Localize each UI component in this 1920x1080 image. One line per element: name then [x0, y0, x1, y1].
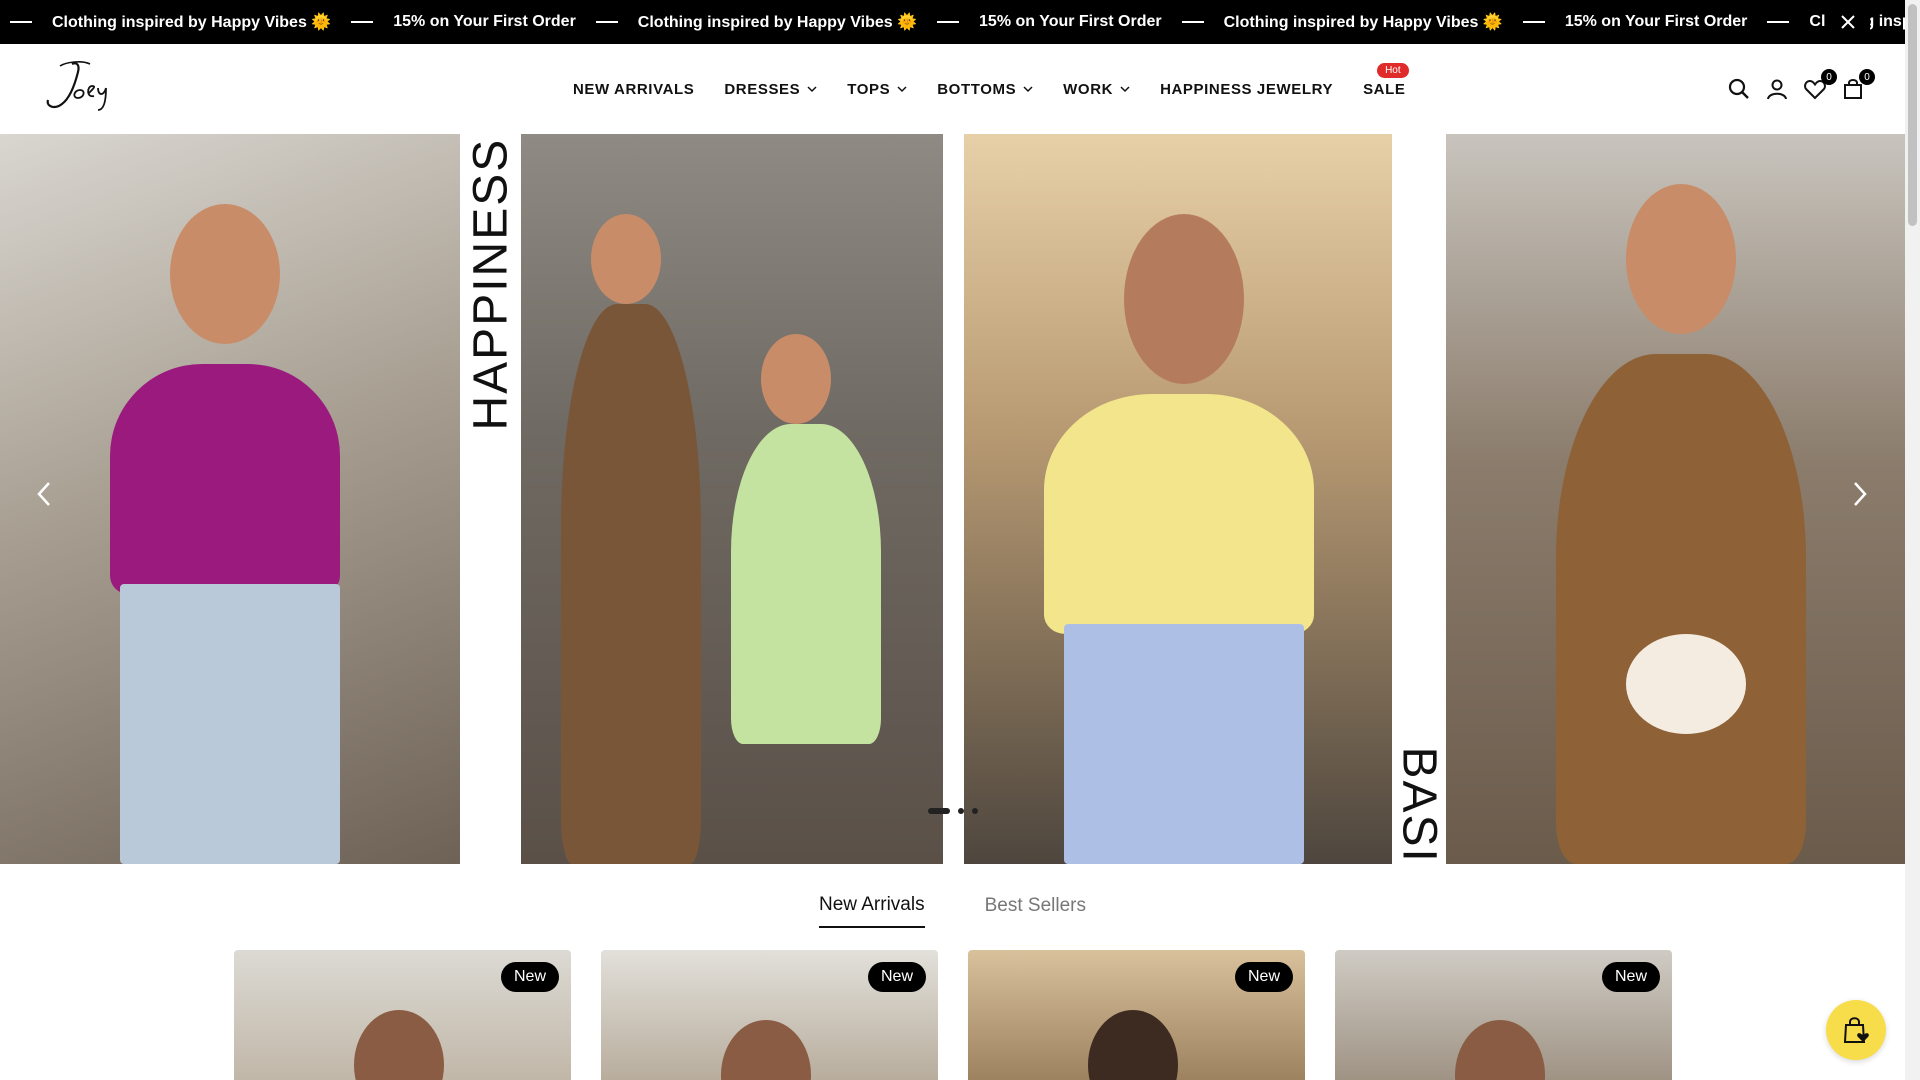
separator-dash [10, 21, 32, 23]
separator-dash [351, 21, 374, 23]
announcement-bar: Clothing inspired by Happy Vibes 🌞 15% o… [0, 0, 1920, 44]
announcement-message: 15% on Your First Order [1564, 13, 1748, 30]
nav-label: SALE [1363, 80, 1406, 98]
scrollbar-thumb[interactable] [1908, 4, 1917, 226]
hero-image-magenta-top [0, 134, 460, 864]
product-image [1088, 1010, 1178, 1080]
announcement-message: 15% on Your First Order [979, 13, 1162, 30]
separator-dash [1181, 21, 1204, 23]
product-image [721, 1020, 811, 1080]
site-header: NEW ARRIVALS DRESSES TOPS BOTTOMS WORK H… [0, 44, 1905, 134]
nav-label: NEW ARRIVALS [573, 80, 695, 98]
model-body [110, 364, 340, 594]
page-scrollbar[interactable] [1905, 0, 1920, 1080]
nav-work[interactable]: WORK [1063, 81, 1130, 98]
separator-dash [595, 21, 618, 23]
chevron-down-icon [897, 86, 907, 93]
wishlist-count: 0 [1821, 69, 1837, 85]
sun-icon: 🌞 [897, 14, 918, 31]
handbag [1626, 634, 1746, 734]
user-icon [1767, 79, 1787, 100]
nav-bottoms[interactable]: BOTTOMS [937, 81, 1033, 98]
nav-new-arrivals[interactable]: NEW ARRIVALS [573, 81, 694, 98]
announcement-ticker: Clothing inspired by Happy Vibes 🌞 15% o… [10, 0, 1920, 44]
joey-logo-icon [46, 61, 107, 111]
nav-tops[interactable]: TOPS [847, 81, 907, 98]
hero-image-brown-set [1446, 134, 1905, 864]
account-button[interactable] [1765, 77, 1789, 101]
model-head [591, 214, 661, 304]
nav-label: BOTTOMS [937, 80, 1017, 98]
product-card[interactable]: New [968, 950, 1305, 1080]
model-head [1124, 214, 1244, 384]
nav-dresses[interactable]: DRESSES [724, 81, 817, 98]
chevron-down-icon [807, 86, 817, 93]
sun-icon: 🌞 [311, 14, 332, 31]
main-nav: NEW ARRIVALS DRESSES TOPS BOTTOMS WORK H… [573, 44, 1409, 134]
model-head [170, 204, 280, 344]
nav-label: TOPS [847, 80, 891, 98]
nav-label: HAPPINESS JEWELRY [1160, 80, 1334, 98]
product-card[interactable]: New [601, 950, 938, 1080]
separator-dash [1767, 21, 1790, 23]
new-badge: New [500, 962, 559, 992]
hero-word-happiness: HAPPINESS [464, 137, 518, 431]
chevron-left-icon [37, 482, 50, 506]
announcement-message: Clothing inspired by Happy Vibes 🌞 [1223, 14, 1503, 31]
announcement-message: 15% on Your First Order [393, 13, 576, 30]
slider-dot[interactable] [928, 808, 950, 814]
slider-pagination [928, 808, 978, 814]
model-body [1064, 624, 1304, 864]
product-image [1455, 1020, 1545, 1080]
nav-label: DRESSES [724, 80, 801, 98]
chevron-down-icon [1120, 86, 1130, 93]
model-body [561, 304, 701, 864]
search-icon [1728, 78, 1749, 99]
slider-next-button[interactable] [1840, 474, 1880, 514]
tab-best-sellers[interactable]: Best Sellers [985, 895, 1086, 927]
model-body [1044, 394, 1314, 634]
new-badge: New [1234, 962, 1293, 992]
slider-prev-button[interactable] [24, 474, 64, 514]
product-tabs: New Arrivals Best Sellers [0, 864, 1905, 944]
hero-slider: HAPPINESS BASICS [0, 134, 1905, 864]
cart-button[interactable]: 0 [1841, 69, 1875, 101]
model-body [731, 424, 881, 744]
new-badge: New [1601, 962, 1660, 992]
model-head [1626, 184, 1736, 334]
slider-dot[interactable] [958, 808, 964, 814]
header-actions: 0 0 [1727, 44, 1875, 134]
separator-dash [1522, 21, 1545, 23]
shopping-bag-heart-icon [1843, 1017, 1869, 1043]
sun-icon: 🌞 [1482, 14, 1503, 31]
hero-image-two-models [521, 134, 943, 864]
separator-dash [937, 21, 960, 23]
tab-new-arrivals[interactable]: New Arrivals [819, 894, 925, 928]
wishlist-button[interactable]: 0 [1803, 69, 1837, 101]
floating-wishlist-button[interactable] [1826, 1000, 1886, 1060]
search-button[interactable] [1727, 77, 1751, 101]
slider-dot[interactable] [972, 808, 978, 814]
model-body [120, 584, 340, 864]
nav-sale[interactable]: SALE Hot [1363, 62, 1409, 98]
nav-happiness-jewelry[interactable]: HAPPINESS JEWELRY [1160, 81, 1333, 98]
model-body [1556, 354, 1806, 864]
product-card[interactable]: New [234, 950, 571, 1080]
cart-count: 0 [1859, 69, 1875, 85]
chevron-down-icon [1023, 86, 1033, 93]
hero-image-yellow-top [964, 134, 1392, 864]
announcement-message: Clothing inspired by Happy Vibes 🌞 [52, 14, 332, 31]
model-head [761, 334, 831, 424]
nav-label: WORK [1063, 80, 1114, 98]
new-badge: New [867, 962, 926, 992]
product-image [354, 1010, 444, 1080]
hero-word-basics: BASICS [1392, 746, 1446, 865]
announcement-message: Clothing inspired by Happy Vibes 🌞 [637, 14, 918, 31]
hot-badge: Hot [1377, 62, 1409, 78]
close-icon [1841, 15, 1855, 29]
logo[interactable] [42, 58, 122, 114]
product-card[interactable]: New [1335, 950, 1672, 1080]
chevron-right-icon [1854, 482, 1867, 506]
announcement-close-button[interactable] [1826, 0, 1870, 44]
